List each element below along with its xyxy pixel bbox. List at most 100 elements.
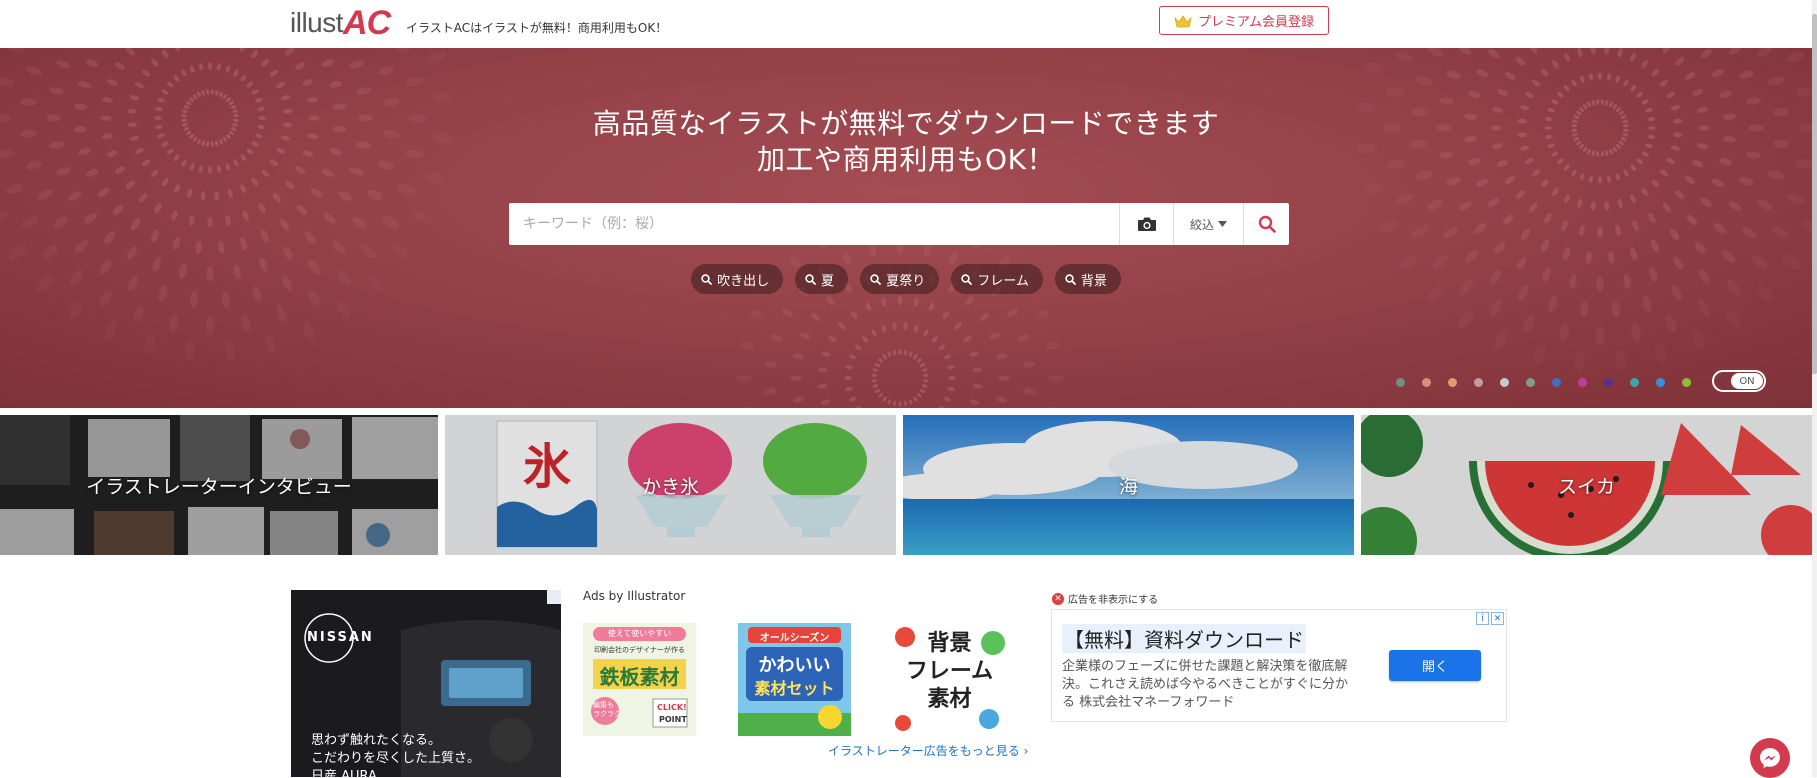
search-bar: 絞込 bbox=[509, 203, 1289, 245]
messenger-icon bbox=[1759, 747, 1781, 769]
background-color-dot[interactable] bbox=[1552, 378, 1561, 387]
tag-chip-label: 夏 bbox=[821, 270, 834, 289]
tile-watermelon[interactable]: スイカ bbox=[1361, 415, 1812, 555]
background-color-dot[interactable] bbox=[1604, 378, 1613, 387]
more-illustrator-ads-link[interactable]: イラストレーター広告をもっと見る › bbox=[828, 742, 1028, 759]
page-scrollbar[interactable] bbox=[1812, 0, 1817, 777]
premium-register-button[interactable]: プレミアム会員登録 bbox=[1159, 6, 1329, 35]
tag-chip-label: フレーム bbox=[977, 270, 1029, 289]
ad-badges: i ✕ bbox=[1476, 612, 1504, 625]
tag-chip[interactable]: 夏祭り bbox=[860, 264, 939, 294]
teppan-click: CLICK! bbox=[657, 703, 687, 712]
teppan-small1: 編集も bbox=[593, 701, 621, 710]
frame-line1: 背景 bbox=[893, 629, 1006, 657]
kawaii-line2: 素材セット bbox=[738, 675, 851, 699]
ad-thumb-kawaii[interactable]: オールシーズン かわいい 素材セット bbox=[738, 623, 851, 736]
background-color-dot[interactable] bbox=[1396, 378, 1405, 387]
ad-close-icon[interactable]: ✕ bbox=[1491, 612, 1504, 625]
scrollbar-thumb[interactable] bbox=[1812, 14, 1817, 374]
ad-choices-icon[interactable] bbox=[547, 590, 561, 604]
search-icon bbox=[701, 274, 712, 285]
popular-tags: 吹き出し 夏 夏祭り フレーム 背景 bbox=[0, 264, 1812, 294]
filter-label: 絞込 bbox=[1190, 216, 1214, 233]
background-toggle[interactable]: ON bbox=[1712, 370, 1766, 392]
ad-info-icon[interactable]: i bbox=[1476, 612, 1489, 625]
feature-tiles: イラストレーターインタビュー 氷 かき氷 bbox=[0, 415, 1812, 555]
caret-down-icon bbox=[1218, 221, 1227, 227]
nissan-copy: 思わず触れたくなる。 こだわりを尽くした上質さ。 日産 AURA bbox=[311, 732, 480, 777]
messenger-chat-button[interactable] bbox=[1750, 738, 1790, 778]
nissan-brand: NISSAN bbox=[307, 630, 374, 645]
hide-ads-button[interactable]: ✕ 広告を非表示にする bbox=[1052, 591, 1158, 606]
hero-title: 高品質なイラストが無料でダウンロードできます 加工や商用利用もOK！ bbox=[0, 106, 1812, 178]
tile-illustrator-interview[interactable]: イラストレーターインタビュー bbox=[0, 415, 438, 555]
tag-chip-label: 夏祭り bbox=[886, 270, 925, 289]
site-tagline: イラストACはイラストが無料！商用利用もOK！ bbox=[406, 19, 667, 36]
background-color-dot[interactable] bbox=[1422, 378, 1431, 387]
tag-chip-label: 背景 bbox=[1081, 270, 1107, 289]
close-icon: ✕ bbox=[1052, 593, 1064, 605]
teppan-title: 鉄板素材 bbox=[583, 661, 696, 690]
logo-illust-text: illust bbox=[290, 6, 343, 40]
camera-icon bbox=[1137, 216, 1157, 232]
logo-ac-text: AC bbox=[343, 6, 390, 40]
teppan-top: 印刷会社のデザイナーが作る bbox=[583, 645, 696, 655]
moneyforward-ad[interactable]: i ✕ 【無料】資料ダウンロード 企業様のフェーズに併せた課題と解決策を徹底解決… bbox=[1051, 609, 1507, 722]
search-icon bbox=[1065, 274, 1076, 285]
tag-chip-label: 吹き出し bbox=[717, 270, 769, 289]
nissan-copy-line1: 思わず触れたくなる。 bbox=[311, 732, 480, 750]
teppan-small: 編集も ラクラク bbox=[593, 701, 621, 719]
toggle-knob: ON bbox=[1731, 373, 1763, 389]
premium-register-label: プレミアム会員登録 bbox=[1198, 11, 1314, 30]
frame-line3: 素材 bbox=[893, 685, 1006, 713]
ad-title: 【無料】資料ダウンロード bbox=[1062, 624, 1306, 653]
ad-thumb-frame[interactable]: 背景 フレーム 素材 bbox=[893, 623, 1006, 736]
site-header: illust AC イラストACはイラストが無料！商用利用もOK！ プレミアム会… bbox=[0, 0, 1817, 48]
site-logo[interactable]: illust AC bbox=[290, 6, 390, 40]
hero-title-line1: 高品質なイラストが無料でダウンロードできます bbox=[0, 106, 1812, 142]
teppan-point: POINT bbox=[659, 715, 687, 724]
background-color-dot[interactable] bbox=[1500, 378, 1509, 387]
search-submit-button[interactable] bbox=[1243, 203, 1289, 245]
frame-line2: フレーム bbox=[893, 657, 1006, 685]
tag-chip[interactable]: 吹き出し bbox=[691, 264, 783, 294]
image-search-button[interactable] bbox=[1119, 203, 1173, 245]
tag-chip[interactable]: フレーム bbox=[951, 264, 1043, 294]
tag-chip[interactable]: 背景 bbox=[1055, 264, 1121, 294]
tile-label: イラストレーターインタビュー bbox=[86, 472, 352, 499]
crown-icon bbox=[1174, 14, 1192, 28]
nissan-copy-line3: 日産 AURA bbox=[311, 768, 480, 777]
background-color-dots bbox=[1396, 378, 1691, 387]
ad-open-button[interactable]: 開く bbox=[1389, 650, 1481, 681]
background-color-dot[interactable] bbox=[1682, 378, 1691, 387]
background-color-dot[interactable] bbox=[1630, 378, 1639, 387]
teppan-badge: 使えて使いやすい bbox=[583, 628, 696, 639]
background-color-dot[interactable] bbox=[1474, 378, 1483, 387]
kawaii-top: オールシーズン bbox=[738, 629, 851, 644]
tile-sea[interactable]: 海 bbox=[903, 415, 1354, 555]
background-color-dot[interactable] bbox=[1526, 378, 1535, 387]
search-input[interactable] bbox=[509, 203, 1119, 245]
search-icon bbox=[1258, 215, 1276, 233]
nissan-ad[interactable]: NISSAN 思わず触れたくなる。 こだわりを尽くした上質さ。 日産 AURA bbox=[291, 590, 561, 777]
search-icon bbox=[805, 274, 816, 285]
background-color-dot[interactable] bbox=[1578, 378, 1587, 387]
tile-label: 海 bbox=[1119, 472, 1138, 499]
ad-description: 企業様のフェーズに併せた課題と解決策を徹底解決。これさえ読めば今やるべきことがす… bbox=[1062, 658, 1352, 712]
tag-chip[interactable]: 夏 bbox=[795, 264, 848, 294]
tile-label: かき氷 bbox=[642, 472, 699, 499]
kawaii-line1: かわいい bbox=[738, 651, 851, 677]
search-icon bbox=[961, 274, 972, 285]
ads-by-label: Ads by Illustrator bbox=[583, 589, 685, 603]
nissan-copy-line2: こだわりを尽くした上質さ。 bbox=[311, 750, 480, 768]
hero-title-line2: 加工や商用利用もOK！ bbox=[0, 142, 1812, 178]
ad-thumb-teppan[interactable]: 使えて使いやすい 印刷会社のデザイナーが作る 鉄板素材 編集も ラクラク CLI… bbox=[583, 623, 696, 736]
frame-ad-text: 背景 フレーム 素材 bbox=[893, 629, 1006, 713]
hide-ads-label: 広告を非表示にする bbox=[1068, 591, 1158, 606]
filter-dropdown[interactable]: 絞込 bbox=[1173, 203, 1243, 245]
tile-label: スイカ bbox=[1558, 472, 1615, 499]
search-icon bbox=[870, 274, 881, 285]
tile-kakigori[interactable]: 氷 かき氷 bbox=[445, 415, 896, 555]
background-color-dot[interactable] bbox=[1448, 378, 1457, 387]
background-color-dot[interactable] bbox=[1656, 378, 1665, 387]
